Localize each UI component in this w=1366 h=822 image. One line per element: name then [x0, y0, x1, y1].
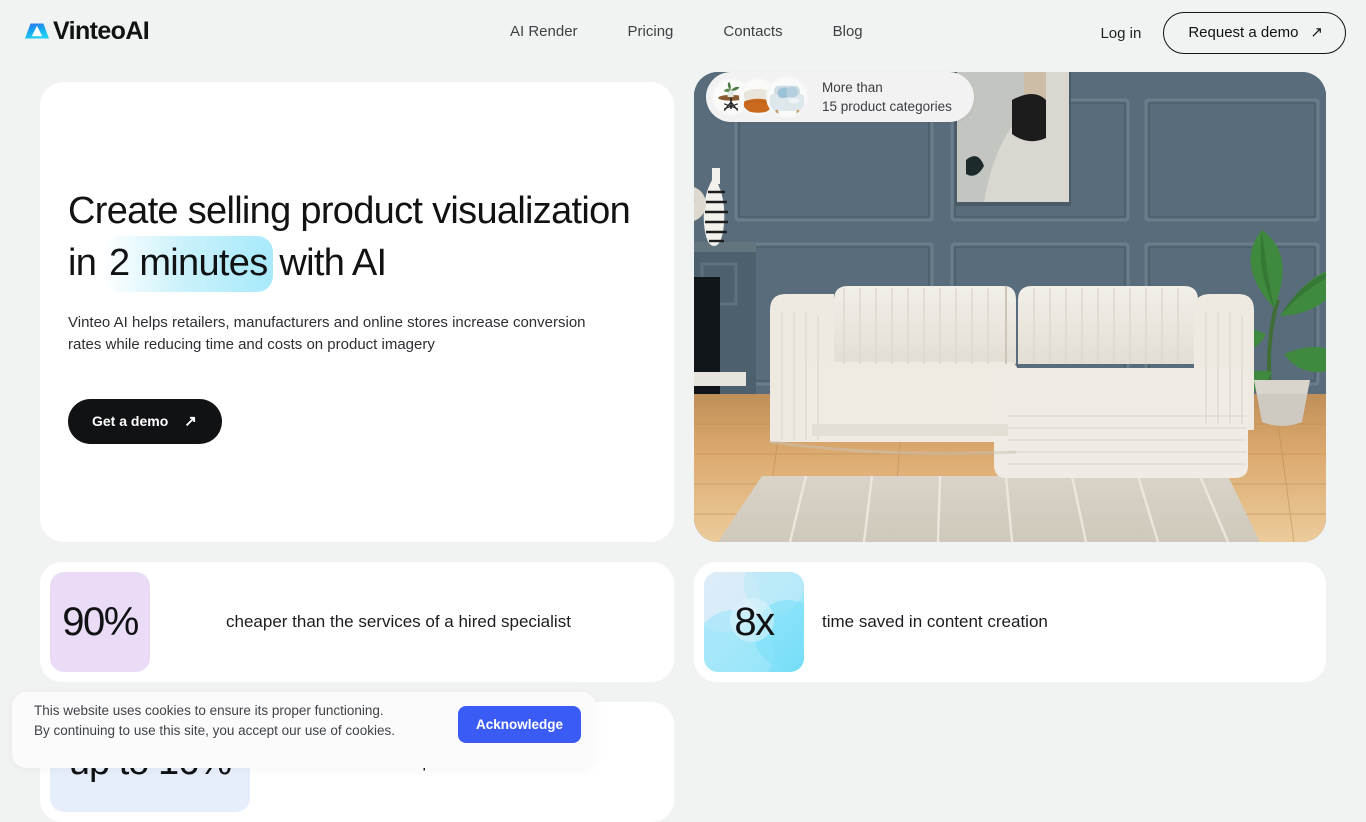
header-actions: Log in Request a demo ↗ [1098, 12, 1346, 54]
cookie-text: This website uses cookies to ensure its … [34, 701, 395, 741]
brand-name: VinteoAI [53, 16, 149, 46]
cookie-line2: By continuing to use this site, you acce… [34, 721, 395, 741]
arrow-up-right-icon: ↗ [184, 414, 197, 429]
get-a-demo-label: Get a demo [92, 413, 168, 429]
brand-logo[interactable]: VinteoAI [22, 16, 149, 46]
nav-item-blog[interactable]: Blog [808, 20, 888, 44]
stat-badge: 90% [50, 572, 150, 672]
main-nav: AI Render Pricing Contacts Blog [510, 20, 888, 44]
stat-value: 90% [62, 600, 138, 645]
hero-subtext: Vinteo AI helps retailers, manufacturers… [68, 312, 588, 356]
category-thumbnails [712, 78, 810, 116]
nav-item-pricing[interactable]: Pricing [603, 20, 699, 44]
vinteo-mountain-logo-icon [22, 16, 52, 46]
page-title: Create selling product visualization in … [68, 186, 658, 292]
nav-item-ai-render[interactable]: AI Render [510, 20, 603, 44]
request-demo-button[interactable]: Request a demo ↗ [1163, 12, 1346, 54]
stat-card-time-saved: 8x time saved in content creation [694, 562, 1326, 682]
stat-description: cheaper than the services of a hired spe… [226, 612, 571, 632]
headline-part-2: with AI [270, 242, 387, 284]
hero-room-image [694, 72, 1326, 542]
stat-description: time saved in content creation [822, 612, 1048, 632]
site-header: VinteoAI AI Render Pricing Contacts Blog… [0, 0, 1366, 64]
stat-badge: 8x [704, 572, 804, 672]
category-badge-line1: More than [822, 78, 952, 97]
stat-card-cheaper: 90% cheaper than the services of a hired… [40, 562, 674, 682]
blue-armchair-thumbnail [766, 76, 808, 118]
stat-value: 8x [734, 600, 773, 645]
product-categories-badge: More than 15 product categories [706, 72, 974, 122]
get-a-demo-button[interactable]: Get a demo ↗ [68, 399, 222, 444]
category-badge-line2: 15 product categories [822, 97, 952, 116]
category-badge-text: More than 15 product categories [822, 78, 952, 116]
cookie-banner: This website uses cookies to ensure its … [12, 692, 596, 768]
nav-item-contacts[interactable]: Contacts [698, 20, 807, 44]
arrow-up-right-icon: ↗ [1310, 25, 1323, 40]
cookie-line1: This website uses cookies to ensure its … [34, 701, 395, 721]
acknowledge-button[interactable]: Acknowledge [458, 706, 581, 743]
headline-highlight: 2 minutes [103, 236, 272, 292]
hero-text-card: Create selling product visualization in … [40, 82, 674, 542]
request-demo-label: Request a demo [1188, 24, 1298, 41]
login-link[interactable]: Log in [1098, 17, 1143, 50]
